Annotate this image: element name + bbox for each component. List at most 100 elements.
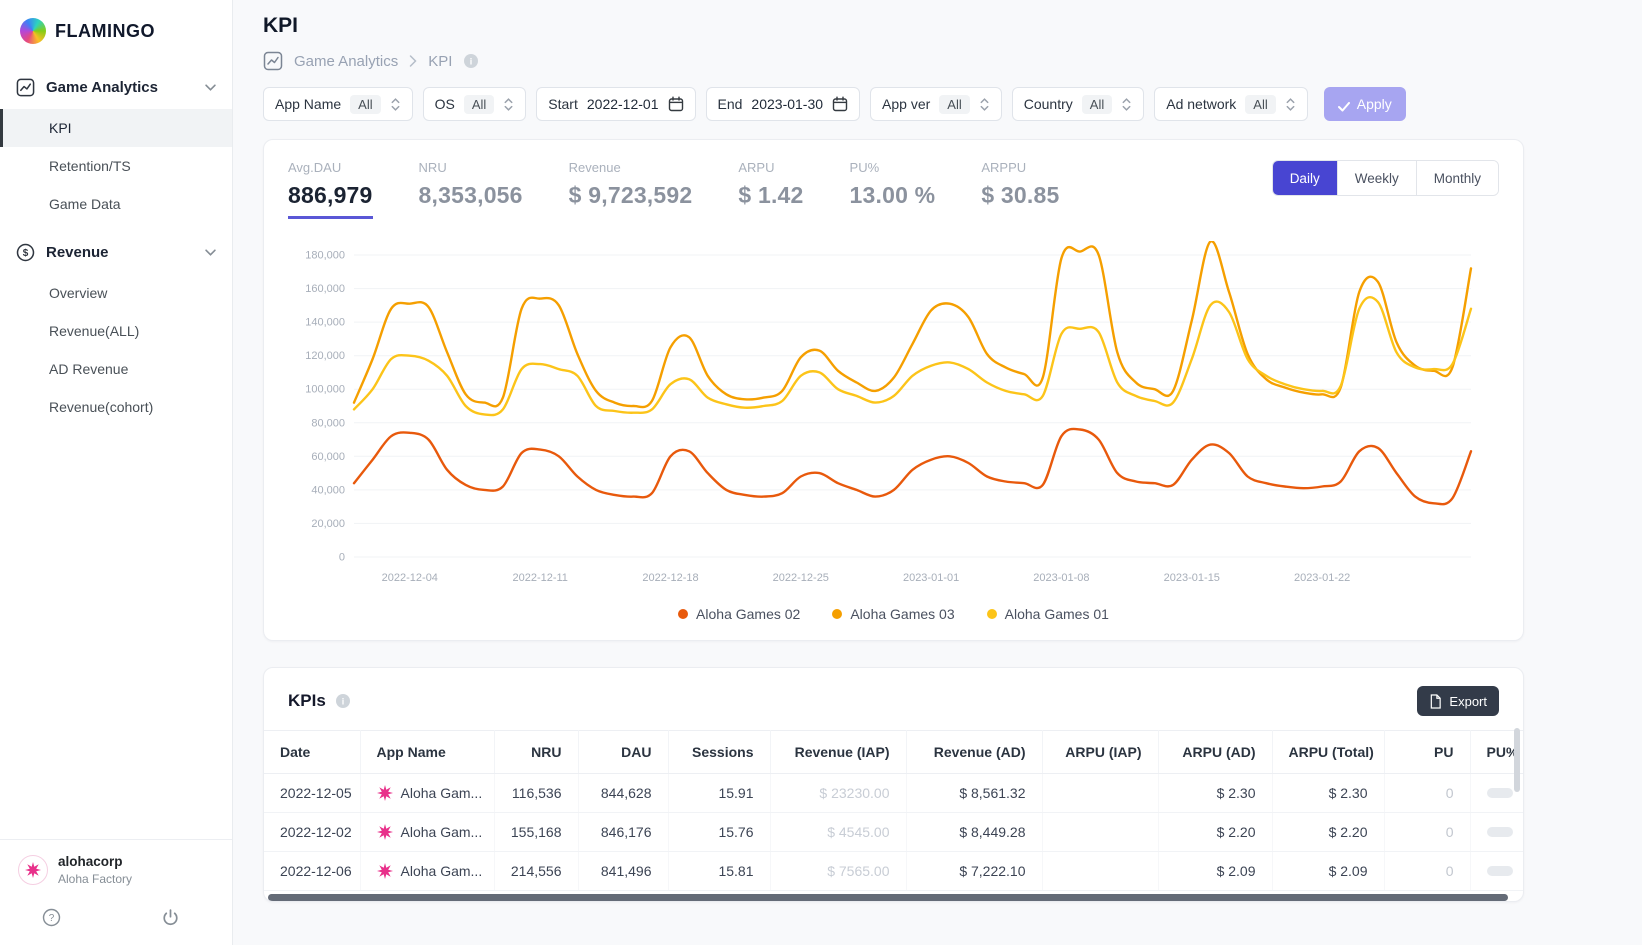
metric-arpu[interactable]: ARPU $ 1.42: [738, 160, 803, 209]
col-sessions[interactable]: Sessions: [668, 731, 770, 774]
pu-pct-bar: [1487, 866, 1513, 876]
sidebar-item-ad-revenue[interactable]: AD Revenue: [0, 350, 232, 388]
sidebar-item-game-data[interactable]: Game Data: [0, 185, 232, 223]
svg-text:2023-01-22: 2023-01-22: [1294, 572, 1350, 584]
col-arpu-iap[interactable]: ARPU (IAP): [1042, 731, 1158, 774]
line-chart-icon: [16, 78, 35, 97]
sidebar-item-retention-ts[interactable]: Retention/TS: [0, 147, 232, 185]
filter-start-date[interactable]: Start 2022-12-01: [536, 87, 695, 121]
sidebar-item-kpi[interactable]: KPI: [0, 109, 232, 147]
legend-aloha-games-03[interactable]: Aloha Games 03: [832, 606, 954, 622]
nav-group-game-analytics[interactable]: Game Analytics: [0, 66, 232, 109]
horizontal-scrollbar[interactable]: [268, 894, 1508, 901]
col-nru[interactable]: NRU: [494, 731, 578, 774]
col-revenue-iap[interactable]: Revenue (IAP): [770, 731, 906, 774]
cell-date: 2022-12-02: [264, 813, 360, 852]
brand-logo[interactable]: FLAMINGO: [0, 0, 232, 60]
nav-group-revenue[interactable]: $ Revenue: [0, 231, 232, 274]
sidebar-item-overview[interactable]: Overview: [0, 274, 232, 312]
dau-line-chart[interactable]: 020,00040,00060,00080,000100,000120,0001…: [288, 241, 1499, 598]
cell-arpu-total: $ 2.09: [1272, 852, 1384, 891]
col-revenue-ad[interactable]: Revenue (AD): [906, 731, 1042, 774]
info-icon[interactable]: i: [463, 53, 479, 69]
filter-label: End: [718, 96, 743, 112]
col-dau[interactable]: DAU: [578, 731, 668, 774]
filter-end-date[interactable]: End 2023-01-30: [706, 87, 861, 121]
help-icon[interactable]: ?: [42, 908, 61, 927]
select-arrows-icon: [1121, 97, 1132, 112]
metric-pu-pct[interactable]: PU% 13.00 %: [850, 160, 936, 209]
kpi-table-body: 2022-12-05Aloha Gam...116,536844,62815.9…: [264, 774, 1523, 891]
filter-app-name[interactable]: App Name All: [263, 87, 413, 121]
filter-os[interactable]: OS All: [423, 87, 527, 121]
col-date[interactable]: Date: [264, 731, 360, 774]
toggle-daily[interactable]: Daily: [1273, 161, 1337, 195]
svg-text:180,000: 180,000: [305, 250, 345, 262]
table-row[interactable]: 2022-12-05Aloha Gam...116,536844,62815.9…: [264, 774, 1523, 813]
cell-arpu-iap: [1042, 813, 1158, 852]
svg-text:2023-01-15: 2023-01-15: [1164, 572, 1220, 584]
vertical-scrollbar[interactable]: [1514, 728, 1520, 792]
calendar-icon: [668, 96, 684, 112]
svg-text:2023-01-01: 2023-01-01: [903, 572, 959, 584]
metric-avg-dau[interactable]: Avg.DAU 886,979: [288, 160, 373, 219]
kpis-table-card: KPIs i Export Date App: [263, 667, 1524, 902]
cell-arpu-ad: $ 2.20: [1158, 813, 1272, 852]
app-logo-icon: [377, 785, 393, 801]
period-toggle: Daily Weekly Monthly: [1272, 160, 1499, 196]
legend-aloha-games-01[interactable]: Aloha Games 01: [987, 606, 1109, 622]
chevron-down-icon: [205, 84, 216, 91]
nav-group-label: Game Analytics: [46, 79, 158, 96]
filter-app-ver[interactable]: App ver All: [870, 87, 1002, 121]
table-row[interactable]: 2022-12-06Aloha Gam...214,556841,49615.8…: [264, 852, 1523, 891]
page-title: KPI: [263, 14, 1524, 38]
metric-revenue[interactable]: Revenue $ 9,723,592: [569, 160, 693, 209]
breadcrumb-section[interactable]: Game Analytics: [294, 53, 398, 70]
svg-text:160,000: 160,000: [305, 283, 345, 295]
kpi-chart-card: Avg.DAU 886,979 NRU 8,353,056 Revenue $ …: [263, 139, 1524, 641]
metric-nru[interactable]: NRU 8,353,056: [419, 160, 523, 209]
cell-revenue-ad: $ 8,449.28: [906, 813, 1042, 852]
cell-sessions: 15.91: [668, 774, 770, 813]
pu-pct-bar: [1487, 788, 1513, 798]
start-date-value: 2022-12-01: [587, 96, 659, 112]
col-arpu-total[interactable]: ARPU (Total): [1272, 731, 1384, 774]
sidebar-item-revenue-cohort[interactable]: Revenue(cohort): [0, 388, 232, 426]
logout-power-icon[interactable]: [161, 908, 180, 927]
export-button[interactable]: Export: [1417, 686, 1499, 716]
cell-pu: 0: [1384, 852, 1470, 891]
chevron-right-icon: [409, 55, 417, 67]
breadcrumb-chart-icon: [263, 51, 283, 71]
cell-app: Aloha Gam...: [360, 852, 494, 891]
cell-revenue-ad: $ 7,222.10: [906, 852, 1042, 891]
breadcrumb: Game Analytics KPI i: [263, 51, 1524, 71]
cell-nru: 155,168: [494, 813, 578, 852]
sidebar: FLAMINGO Game Analytics KPI Retention/TS…: [0, 0, 233, 945]
table-row[interactable]: 2022-12-02Aloha Gam...155,168846,17615.7…: [264, 813, 1523, 852]
col-pu[interactable]: PU: [1384, 731, 1470, 774]
filter-country[interactable]: Country All: [1012, 87, 1144, 121]
cell-revenue-iap: $ 4545.00: [770, 813, 906, 852]
filter-ad-network[interactable]: Ad network All: [1154, 87, 1308, 121]
kpi-table: Date App Name NRU DAU Sessions Revenue (…: [264, 730, 1523, 901]
cell-pu: 0: [1384, 813, 1470, 852]
col-arpu-ad[interactable]: ARPU (AD): [1158, 731, 1272, 774]
calendar-icon: [832, 96, 848, 112]
legend-aloha-games-02[interactable]: Aloha Games 02: [678, 606, 800, 622]
col-app-name[interactable]: App Name: [360, 731, 494, 774]
filter-label: App ver: [882, 96, 930, 112]
cell-revenue-iap: $ 23230.00: [770, 774, 906, 813]
apply-button[interactable]: Apply: [1324, 87, 1406, 121]
svg-text:$: $: [23, 248, 29, 259]
toggle-monthly[interactable]: Monthly: [1416, 161, 1498, 195]
metric-arppu[interactable]: ARPPU $ 30.85: [981, 160, 1059, 209]
sidebar-item-revenue-all[interactable]: Revenue(ALL): [0, 312, 232, 350]
user-card[interactable]: alohacorp Aloha Factory: [0, 840, 232, 900]
svg-text:80,000: 80,000: [311, 417, 345, 429]
filter-value-badge: All: [939, 95, 969, 114]
legend-dot: [678, 609, 688, 619]
info-icon[interactable]: i: [335, 693, 351, 709]
legend-dot: [987, 609, 997, 619]
toggle-weekly[interactable]: Weekly: [1337, 161, 1416, 195]
svg-text:100,000: 100,000: [305, 384, 345, 396]
